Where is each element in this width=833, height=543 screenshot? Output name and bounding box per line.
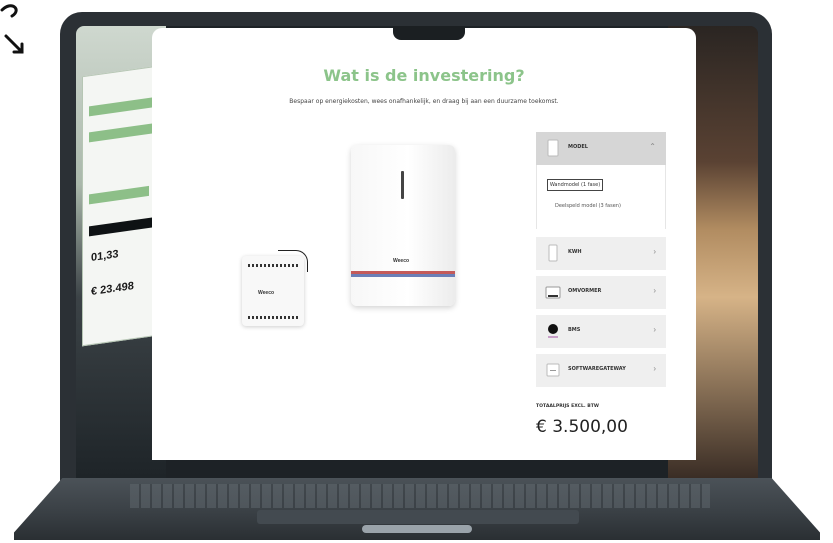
variant-split-model[interactable]: Deelspeld model (3 fasen) — [555, 203, 621, 209]
configuration-options: MODEL ⌃ Wandmodel (1 fase) Deelspeld mod… — [536, 132, 666, 393]
gateway-icon — [546, 363, 560, 377]
option-label: MODEL — [568, 144, 588, 150]
bms-icon — [548, 324, 558, 338]
battery-stripe — [351, 274, 455, 277]
option-label: OMVORMER — [568, 288, 602, 294]
trackpad — [257, 510, 579, 524]
model-variants: Wandmodel (1 fase) Deelspeld model (3 fa… — [536, 165, 666, 229]
doc-value: 01,33 — [91, 248, 119, 265]
option-bms[interactable]: BMS › — [536, 315, 666, 348]
chevron-right-icon: › — [653, 247, 656, 256]
option-label: BMS — [568, 327, 581, 333]
total-price-label: TOTAALPRIJS EXCL. BTW — [536, 404, 599, 409]
battery-indicator — [401, 171, 404, 199]
doc-green-row — [89, 96, 159, 117]
battery-icon — [548, 244, 558, 262]
camera-notch — [393, 26, 465, 40]
inverter-logo: Weeco — [258, 290, 275, 296]
option-model[interactable]: MODEL ⌃ — [536, 132, 666, 165]
laptop-hinge-notch — [362, 525, 472, 533]
modal-subtitle: Bespaar op energiekosten, wees onafhanke… — [289, 98, 559, 105]
battery-logo: Weeco — [393, 258, 410, 264]
chevron-up-icon: ⌃ — [649, 142, 656, 151]
chevron-right-icon: › — [653, 364, 656, 373]
inverter-product-image: Weeco — [242, 256, 304, 326]
inverter-icon — [545, 286, 561, 299]
total-price-value: € 3.500,00 — [536, 417, 628, 437]
investment-modal: Wat is de investering? Bespaar op energi… — [152, 28, 696, 460]
doc-green-row — [89, 185, 149, 205]
chevron-right-icon: › — [653, 286, 656, 295]
keyboard — [130, 484, 710, 508]
variant-wall-model[interactable]: Wandmodel (1 fase) — [547, 179, 603, 191]
battery-product-image: Weeco — [351, 145, 455, 306]
doc-value: € 23.498 — [91, 280, 134, 299]
option-omvormer[interactable]: OMVORMER › — [536, 276, 666, 309]
arrow-curl-icon — [0, 4, 24, 54]
chevron-right-icon: › — [653, 325, 656, 334]
inverter-terminals — [248, 316, 298, 319]
battery-icon — [547, 139, 559, 157]
option-label: KWH — [568, 249, 582, 255]
inverter-terminals — [248, 264, 298, 267]
option-kwh[interactable]: KWH › — [536, 237, 666, 270]
doc-green-row — [89, 123, 153, 143]
option-softwaregateway[interactable]: SOFTWAREGATEWAY › — [536, 354, 666, 387]
modal-title: Wat is de investering? — [323, 66, 525, 85]
doc-dark-row — [89, 216, 161, 237]
option-label: SOFTWAREGATEWAY — [568, 366, 626, 372]
